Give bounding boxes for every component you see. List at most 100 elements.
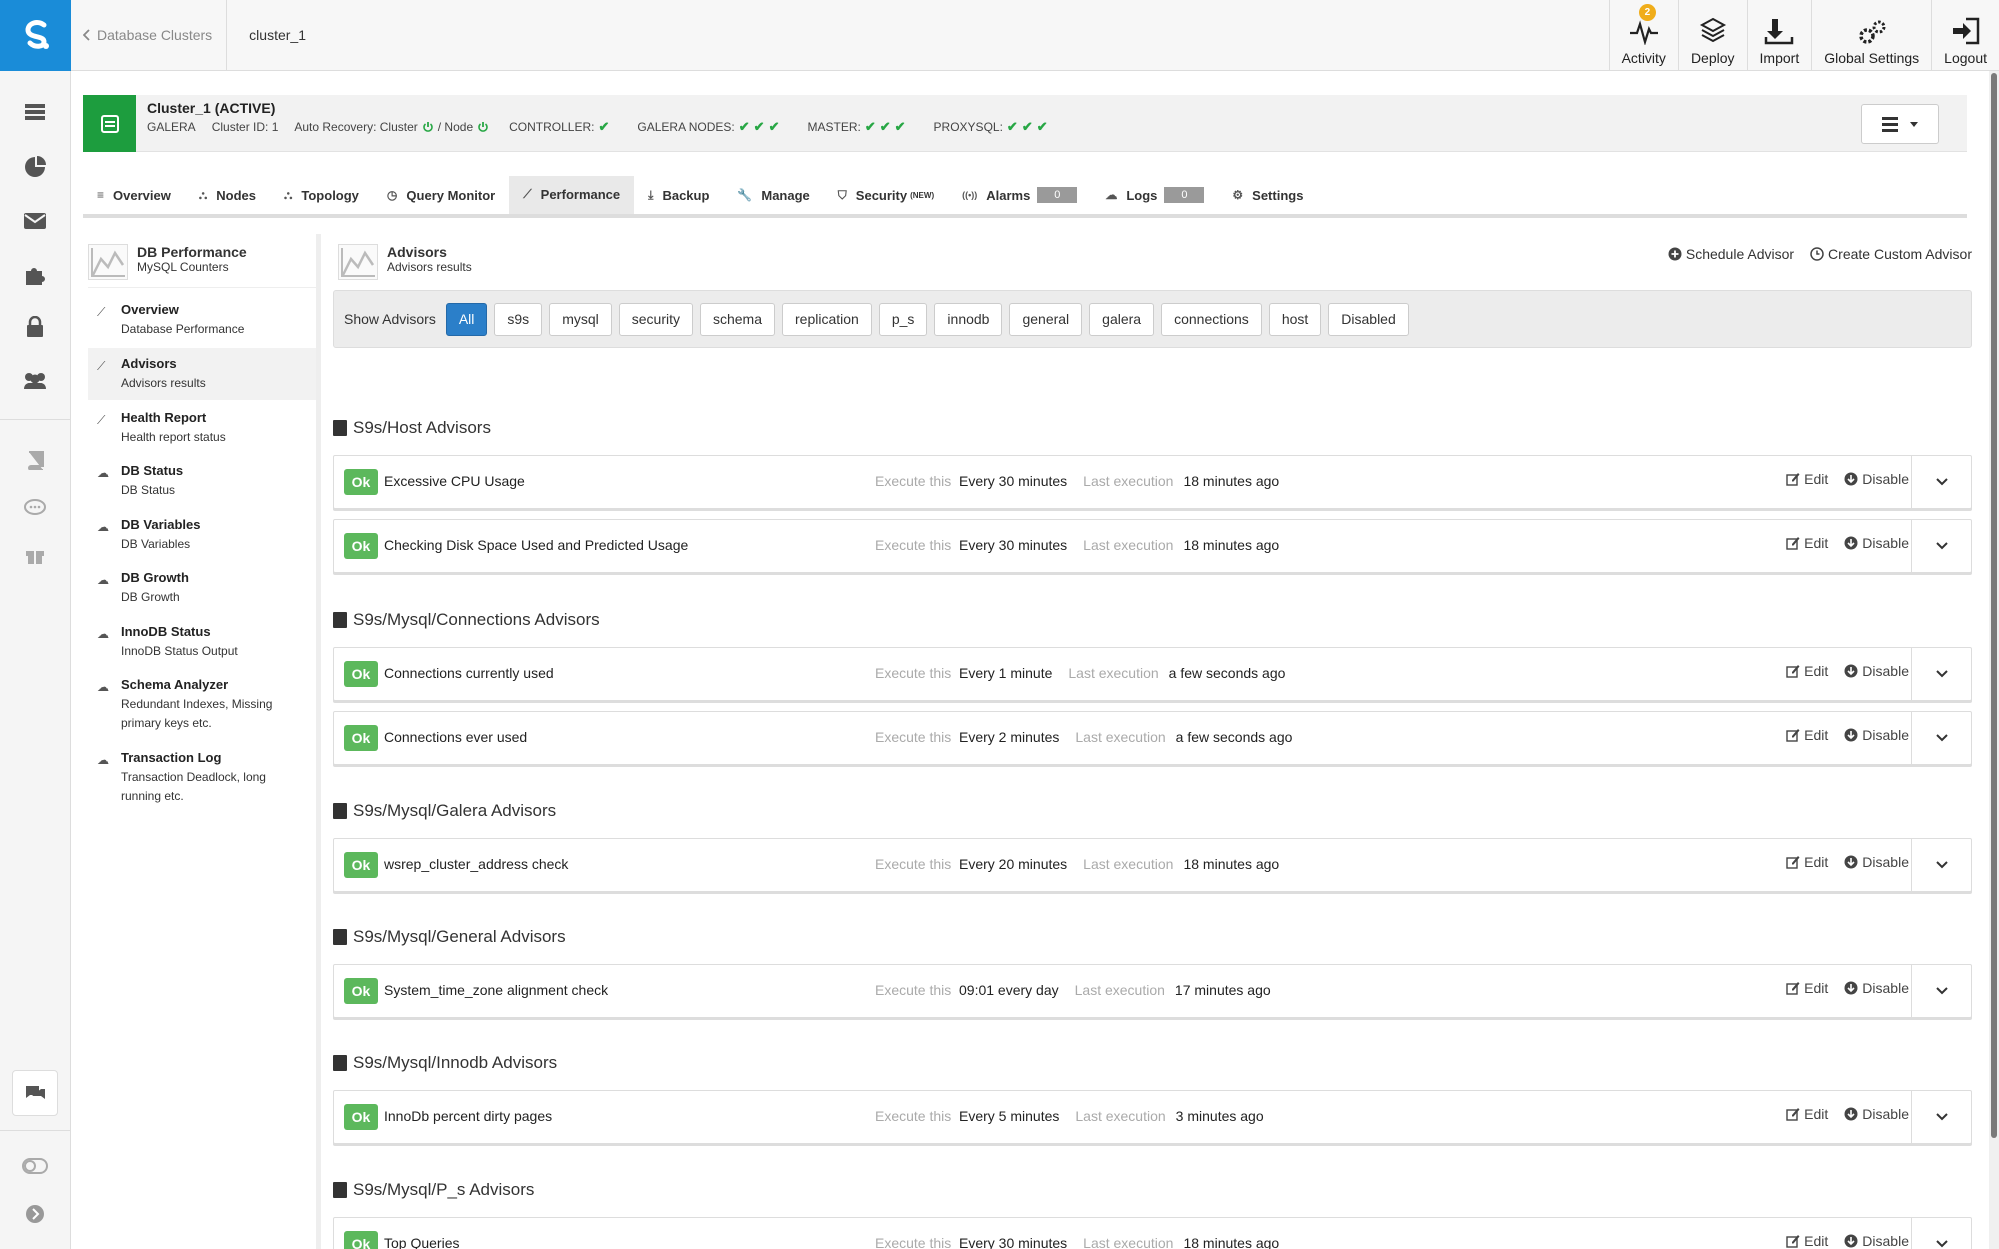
sidenav-item-advisors[interactable]: ⟋ Advisors Advisors results (88, 348, 316, 400)
global-settings-button[interactable]: Global Settings (1811, 0, 1931, 70)
advisor-name[interactable]: wsrep_cluster_address check (384, 856, 568, 872)
filter-button-galera[interactable]: galera (1089, 302, 1155, 336)
edit-button[interactable]: Edit (1786, 980, 1828, 996)
filter-button-general[interactable]: general (1009, 302, 1083, 336)
sidenav-item-overview[interactable]: ⟋ Overview Database Performance (88, 294, 316, 346)
auto-recovery-cluster-label: Auto Recovery: Cluster (294, 120, 418, 134)
book-icon[interactable] (0, 440, 70, 480)
power-icon[interactable] (477, 121, 489, 133)
advisor-name[interactable]: System_time_zone alignment check (384, 982, 608, 998)
clusters-icon[interactable] (0, 92, 70, 132)
tab-manage[interactable]: 🔧 Manage (723, 176, 823, 214)
scrollbar[interactable] (1989, 71, 1999, 1249)
tab-logs[interactable]: ☁ Logs 0 (1091, 176, 1218, 214)
logo[interactable] (0, 0, 71, 71)
expand-row-button[interactable] (1911, 1091, 1971, 1143)
mail-icon[interactable] (0, 201, 70, 241)
create-custom-advisor-link[interactable]: Create Custom Advisor (1810, 246, 1972, 262)
filter-button-schema[interactable]: schema (699, 302, 776, 336)
advisor-name[interactable]: Excessive CPU Usage (384, 473, 525, 489)
tab-overview[interactable]: ≡ Overview (83, 176, 185, 214)
disable-button[interactable]: Disable (1844, 1233, 1909, 1249)
sidenav-item-transaction-log[interactable]: ☁ Transaction Log Transaction Deadlock, lo… (88, 742, 316, 814)
disable-button[interactable]: Disable (1844, 471, 1909, 487)
logout-button[interactable]: Logout (1931, 0, 1999, 70)
disable-button[interactable]: Disable (1844, 980, 1909, 996)
edit-button[interactable]: Edit (1786, 1106, 1828, 1122)
lock-icon[interactable] (0, 307, 70, 347)
advisor-row: Ok Top Queries Execute this Every 30 minute… (333, 1217, 1972, 1249)
activity-button[interactable]: 2 Activity (1608, 0, 1678, 70)
expand-row-button[interactable] (1911, 520, 1971, 572)
schedule-advisor-link[interactable]: Schedule Advisor (1668, 246, 1794, 262)
tab-alarms[interactable]: ((•)) Alarms 0 (948, 176, 1091, 214)
filter-button-mysql[interactable]: mysql (549, 302, 612, 336)
app-window: Database Clusters cluster_1 2 Activity D… (0, 0, 1999, 1249)
expand-row-button[interactable] (1911, 839, 1971, 891)
advisor-name[interactable]: InnoDb percent dirty pages (384, 1108, 552, 1124)
toggle-icon[interactable] (0, 1146, 70, 1186)
filter-button-host[interactable]: host (1268, 302, 1322, 336)
import-button[interactable]: Import (1746, 0, 1812, 70)
chat-icon[interactable] (12, 1070, 58, 1116)
expand-row-button[interactable] (1911, 648, 1971, 700)
filter-button-p-s[interactable]: p_s (878, 302, 928, 336)
auto-recovery-node-label: / Node (437, 120, 474, 134)
users-icon[interactable] (0, 361, 70, 401)
tab-nodes[interactable]: ⛬ Nodes (185, 176, 270, 214)
advisor-name[interactable]: Connections currently used (384, 665, 554, 681)
sidenav-item-db-growth[interactable]: ☁ DB Growth DB Growth (88, 562, 316, 614)
edit-button[interactable]: Edit (1786, 727, 1828, 743)
galera-nodes-label: GALERA NODES: (637, 120, 735, 134)
filter-button-s9s[interactable]: s9s (494, 302, 543, 336)
comment-icon[interactable] (0, 488, 70, 528)
filter-button-all[interactable]: All (445, 302, 488, 336)
edit-button[interactable]: Edit (1786, 1233, 1828, 1249)
breadcrumb-back-link[interactable]: Database Clusters (71, 0, 228, 70)
ok-status-badge: Ok (344, 1104, 378, 1130)
advisor-name[interactable]: Checking Disk Space Used and Predicted U… (384, 537, 688, 553)
cluster-actions-dropdown[interactable] (1861, 104, 1939, 144)
deploy-button[interactable]: Deploy (1677, 0, 1747, 70)
power-icon[interactable] (422, 121, 434, 133)
scrollbar-thumb[interactable] (1991, 73, 1997, 1138)
expand-row-button[interactable] (1911, 456, 1971, 508)
disable-button[interactable]: Disable (1844, 535, 1909, 551)
tab-topology[interactable]: ⛬ Topology (270, 176, 373, 214)
tab-backup[interactable]: ⤓ Backup (634, 176, 723, 214)
edit-button[interactable]: Edit (1786, 471, 1828, 487)
advisor-name[interactable]: Connections ever used (384, 729, 527, 745)
sidenav-item-health-report[interactable]: ⟋ Health Report Health report status (88, 402, 316, 454)
cluster-tabs: ≡ Overview ⛬ Nodes ⛬ Topology ◷ Query Monito… (83, 176, 1967, 218)
disable-button[interactable]: Disable (1844, 727, 1909, 743)
expand-row-button[interactable] (1911, 1218, 1971, 1249)
sidenav-item-db-status[interactable]: ☁ DB Status DB Status (88, 455, 316, 507)
filter-button-innodb[interactable]: innodb (934, 302, 1003, 336)
sidenav-item-db-variables[interactable]: ☁ DB Variables DB Variables (88, 509, 316, 561)
sidenav-item-innodb-status[interactable]: ☁ InnoDB Status InnoDB Status Output (88, 616, 316, 668)
edit-button[interactable]: Edit (1786, 663, 1828, 679)
pie-chart-icon[interactable] (0, 147, 70, 187)
expand-row-button[interactable] (1911, 965, 1971, 1017)
tab-performance[interactable]: ⟋ Performance (509, 176, 635, 214)
puzzle-icon[interactable] (0, 254, 70, 294)
filter-button-replication[interactable]: replication (782, 302, 872, 336)
tab-query-monitor[interactable]: ◷ Query Monitor (373, 176, 509, 214)
filter-button-connections[interactable]: connections (1161, 302, 1262, 336)
expand-row-button[interactable] (1911, 712, 1971, 764)
sidenav-item-schema-analyzer[interactable]: ☁ Schema Analyzer Redundant Indexes, Missi… (88, 669, 316, 741)
expand-icon[interactable] (0, 1194, 70, 1234)
tab-security[interactable]: ⛉ Security (NEW) (824, 176, 948, 214)
gift-icon[interactable] (0, 535, 70, 575)
disable-button[interactable]: Disable (1844, 663, 1909, 679)
edit-button[interactable]: Edit (1786, 535, 1828, 551)
filter-button-security[interactable]: security (618, 302, 693, 336)
filter-button-disabled[interactable]: Disabled (1328, 302, 1409, 336)
advisor-name[interactable]: Top Queries (384, 1235, 459, 1249)
disable-button[interactable]: Disable (1844, 854, 1909, 870)
tab-settings[interactable]: ⚙ Settings (1218, 176, 1317, 214)
server-icon (83, 95, 136, 152)
download-icon: ⤓ (648, 187, 654, 202)
edit-button[interactable]: Edit (1786, 854, 1828, 870)
disable-button[interactable]: Disable (1844, 1106, 1909, 1122)
